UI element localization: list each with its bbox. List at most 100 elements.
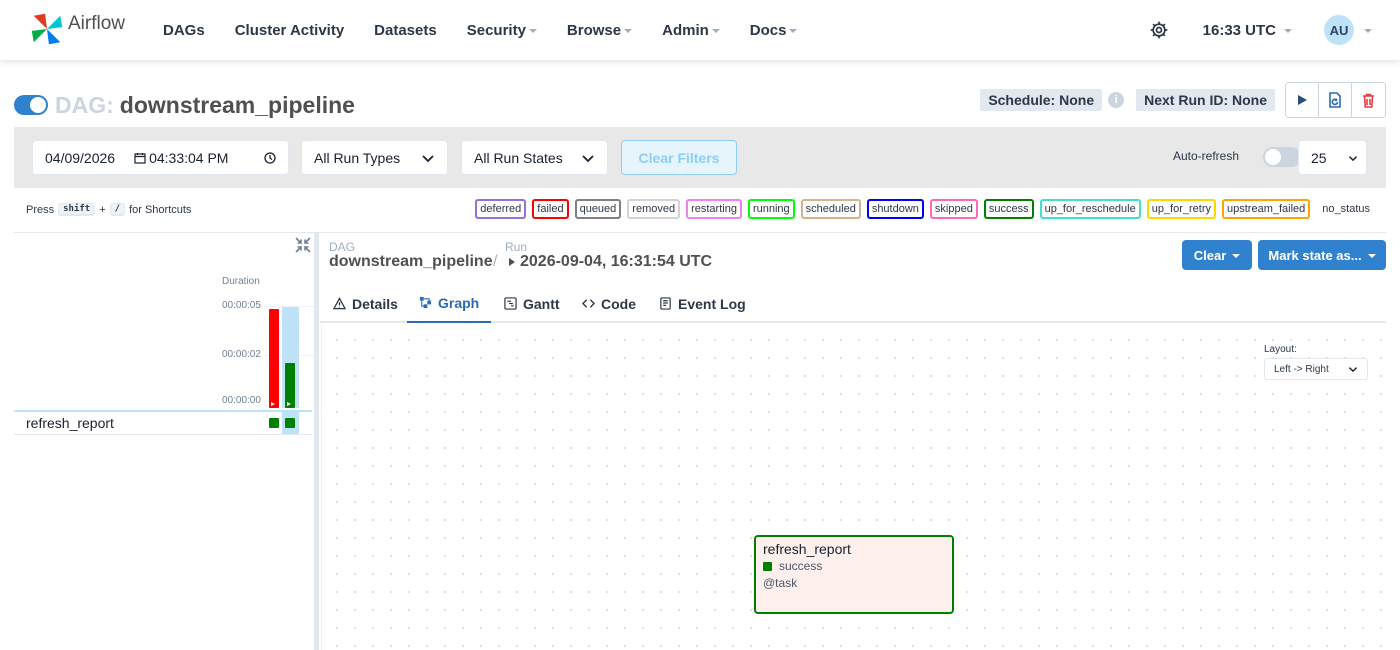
caret-down-icon xyxy=(1284,29,1292,33)
nav-dags[interactable]: DAGs xyxy=(163,22,205,39)
layout-value: Left -> Right xyxy=(1274,363,1329,375)
code-icon xyxy=(582,299,595,308)
breadcrumb-run-link[interactable]: 2026-09-04, 16:31:54 UTC xyxy=(520,253,712,271)
legend-queued[interactable]: queued xyxy=(574,199,622,219)
caret-down-icon xyxy=(711,29,720,33)
task-node-operator: @task xyxy=(763,576,798,590)
warning-icon xyxy=(333,297,346,310)
legend-scheduled[interactable]: scheduled xyxy=(800,199,861,219)
run-duration-bar-success[interactable] xyxy=(285,363,295,408)
caret-down-icon xyxy=(1367,254,1376,258)
tab-details[interactable]: Details xyxy=(333,284,398,323)
legend-shutdown[interactable]: shutdown xyxy=(866,199,924,219)
gantt-icon xyxy=(504,297,517,310)
base-date-input[interactable]: 04/09/2026 04:33:04 PM xyxy=(32,140,289,175)
legend-success[interactable]: success xyxy=(983,199,1034,219)
layout-label: Layout: xyxy=(1264,344,1297,355)
brand-link[interactable]: Airflow xyxy=(28,10,125,48)
mark-state-button[interactable]: Mark state as... xyxy=(1258,240,1386,270)
duration-label: Duration xyxy=(222,276,260,287)
nav-security-label: Security xyxy=(466,21,526,39)
row-separator xyxy=(14,434,312,435)
run-types-select[interactable]: All Run Types xyxy=(301,140,448,175)
nav-browse-label: Browse xyxy=(566,21,622,39)
top-navbar: Airflow DAGs Cluster Activity Datasets S… xyxy=(0,0,1400,60)
page-size-select[interactable]: 25 xyxy=(1298,140,1367,175)
user-avatar[interactable]: AU xyxy=(1324,15,1354,45)
legend-skipped[interactable]: skipped xyxy=(929,199,978,219)
legend-restarting[interactable]: restarting xyxy=(686,199,742,219)
graph-canvas[interactable]: Layout: Left -> Right refresh_report suc… xyxy=(321,325,1386,650)
nav-admin[interactable]: Admin xyxy=(662,22,720,39)
collapse-icon[interactable] xyxy=(295,237,311,253)
gear-icon[interactable] xyxy=(1149,20,1169,40)
reparse-icon xyxy=(1329,92,1341,108)
legend-upstream-failed[interactable]: upstream_failed xyxy=(1222,199,1311,219)
run-states-select[interactable]: All Run States xyxy=(461,140,608,175)
task-name: refresh_report xyxy=(26,415,114,431)
nav-datasets-label: Datasets xyxy=(374,21,437,39)
run-states-value: All Run States xyxy=(474,149,563,166)
legend-removed[interactable]: removed xyxy=(627,199,681,219)
state-square-icon xyxy=(763,561,772,571)
date-value: 04/09/2026 xyxy=(45,149,116,166)
auto-refresh-toggle[interactable] xyxy=(1263,147,1301,167)
nav-security[interactable]: Security xyxy=(467,22,537,39)
legend-up-for-reschedule[interactable]: up_for_reschedule xyxy=(1039,199,1141,219)
tab-label: Code xyxy=(601,295,636,312)
run-duration-bar-failed[interactable] xyxy=(269,309,279,408)
nav-dags-label: DAGs xyxy=(163,21,205,39)
delete-dag-button[interactable] xyxy=(1352,83,1385,117)
slash-key: / xyxy=(109,203,126,216)
clock-icon[interactable] xyxy=(264,151,276,164)
tab-event-log[interactable]: Event Log xyxy=(659,284,746,323)
legend-deferred[interactable]: deferred xyxy=(475,199,527,219)
layout-select[interactable]: Left -> Right xyxy=(1264,358,1368,380)
task-row[interactable]: refresh_report xyxy=(14,412,312,434)
filter-bar: 04/09/2026 04:33:04 PM All Run Types All… xyxy=(14,127,1386,188)
legend-no-status[interactable]: no_status xyxy=(1322,203,1370,215)
caret-down-icon xyxy=(789,29,798,33)
tab-gantt[interactable]: Gantt xyxy=(504,284,560,323)
legend-failed[interactable]: failed xyxy=(532,199,569,219)
task-instance-cell-success[interactable] xyxy=(269,418,279,428)
reparse-dag-button[interactable] xyxy=(1319,83,1352,117)
tab-graph[interactable]: Graph xyxy=(407,284,492,323)
task-node[interactable]: refresh_report success @task xyxy=(754,535,954,614)
nav-datasets[interactable]: Datasets xyxy=(374,22,437,39)
nav-docs[interactable]: Docs xyxy=(750,22,798,39)
page-size-value: 25 xyxy=(1311,149,1327,166)
calendar-icon[interactable] xyxy=(134,152,146,164)
duration-tick: 00:00:00 xyxy=(222,395,261,406)
detail-tabs: Details Graph Gantt Code Event Log xyxy=(320,284,1386,323)
task-node-state: success xyxy=(763,559,945,573)
chevron-down-icon xyxy=(1348,155,1358,161)
breadcrumb-dag-link[interactable]: downstream_pipeline xyxy=(329,253,493,271)
tab-label: Graph xyxy=(438,294,480,311)
breadcrumb-dag-label: DAG xyxy=(329,240,356,254)
tab-code[interactable]: Code xyxy=(582,284,636,323)
breadcrumb-run-label: Run xyxy=(505,240,528,254)
nav-cluster-activity[interactable]: Cluster Activity xyxy=(235,22,344,39)
clear-run-button[interactable]: Clear xyxy=(1182,240,1252,270)
duration-tick: 00:00:02 xyxy=(222,349,261,360)
grid-panel: Duration 00:00:05 00:00:02 00:00:00 refr… xyxy=(14,233,314,650)
task-node-title: refresh_report xyxy=(763,541,851,557)
mark-state-label: Mark state as... xyxy=(1268,247,1362,263)
trigger-dag-button[interactable] xyxy=(1286,83,1319,117)
caret-down-icon[interactable] xyxy=(1364,29,1372,33)
play-icon xyxy=(271,402,275,406)
dag-title[interactable]: downstream_pipeline xyxy=(120,92,355,119)
clear-filters-button[interactable]: Clear Filters xyxy=(621,140,737,175)
dag-pause-toggle[interactable] xyxy=(14,95,48,115)
task-instance-cell-success[interactable] xyxy=(285,418,295,428)
legend-up-for-retry[interactable]: up_for_retry xyxy=(1146,199,1217,219)
legend-running[interactable]: running xyxy=(747,199,795,219)
play-icon xyxy=(1298,95,1307,105)
chevron-down-icon xyxy=(582,154,594,162)
panel-resize-handle[interactable] xyxy=(314,233,319,650)
state-legend: deferred failed queued removed restarting run… xyxy=(469,199,1370,219)
info-icon[interactable]: i xyxy=(1108,92,1125,108)
nav-browse[interactable]: Browse xyxy=(566,21,633,39)
clock-menu[interactable]: 16:33 UTC xyxy=(1203,22,1292,39)
